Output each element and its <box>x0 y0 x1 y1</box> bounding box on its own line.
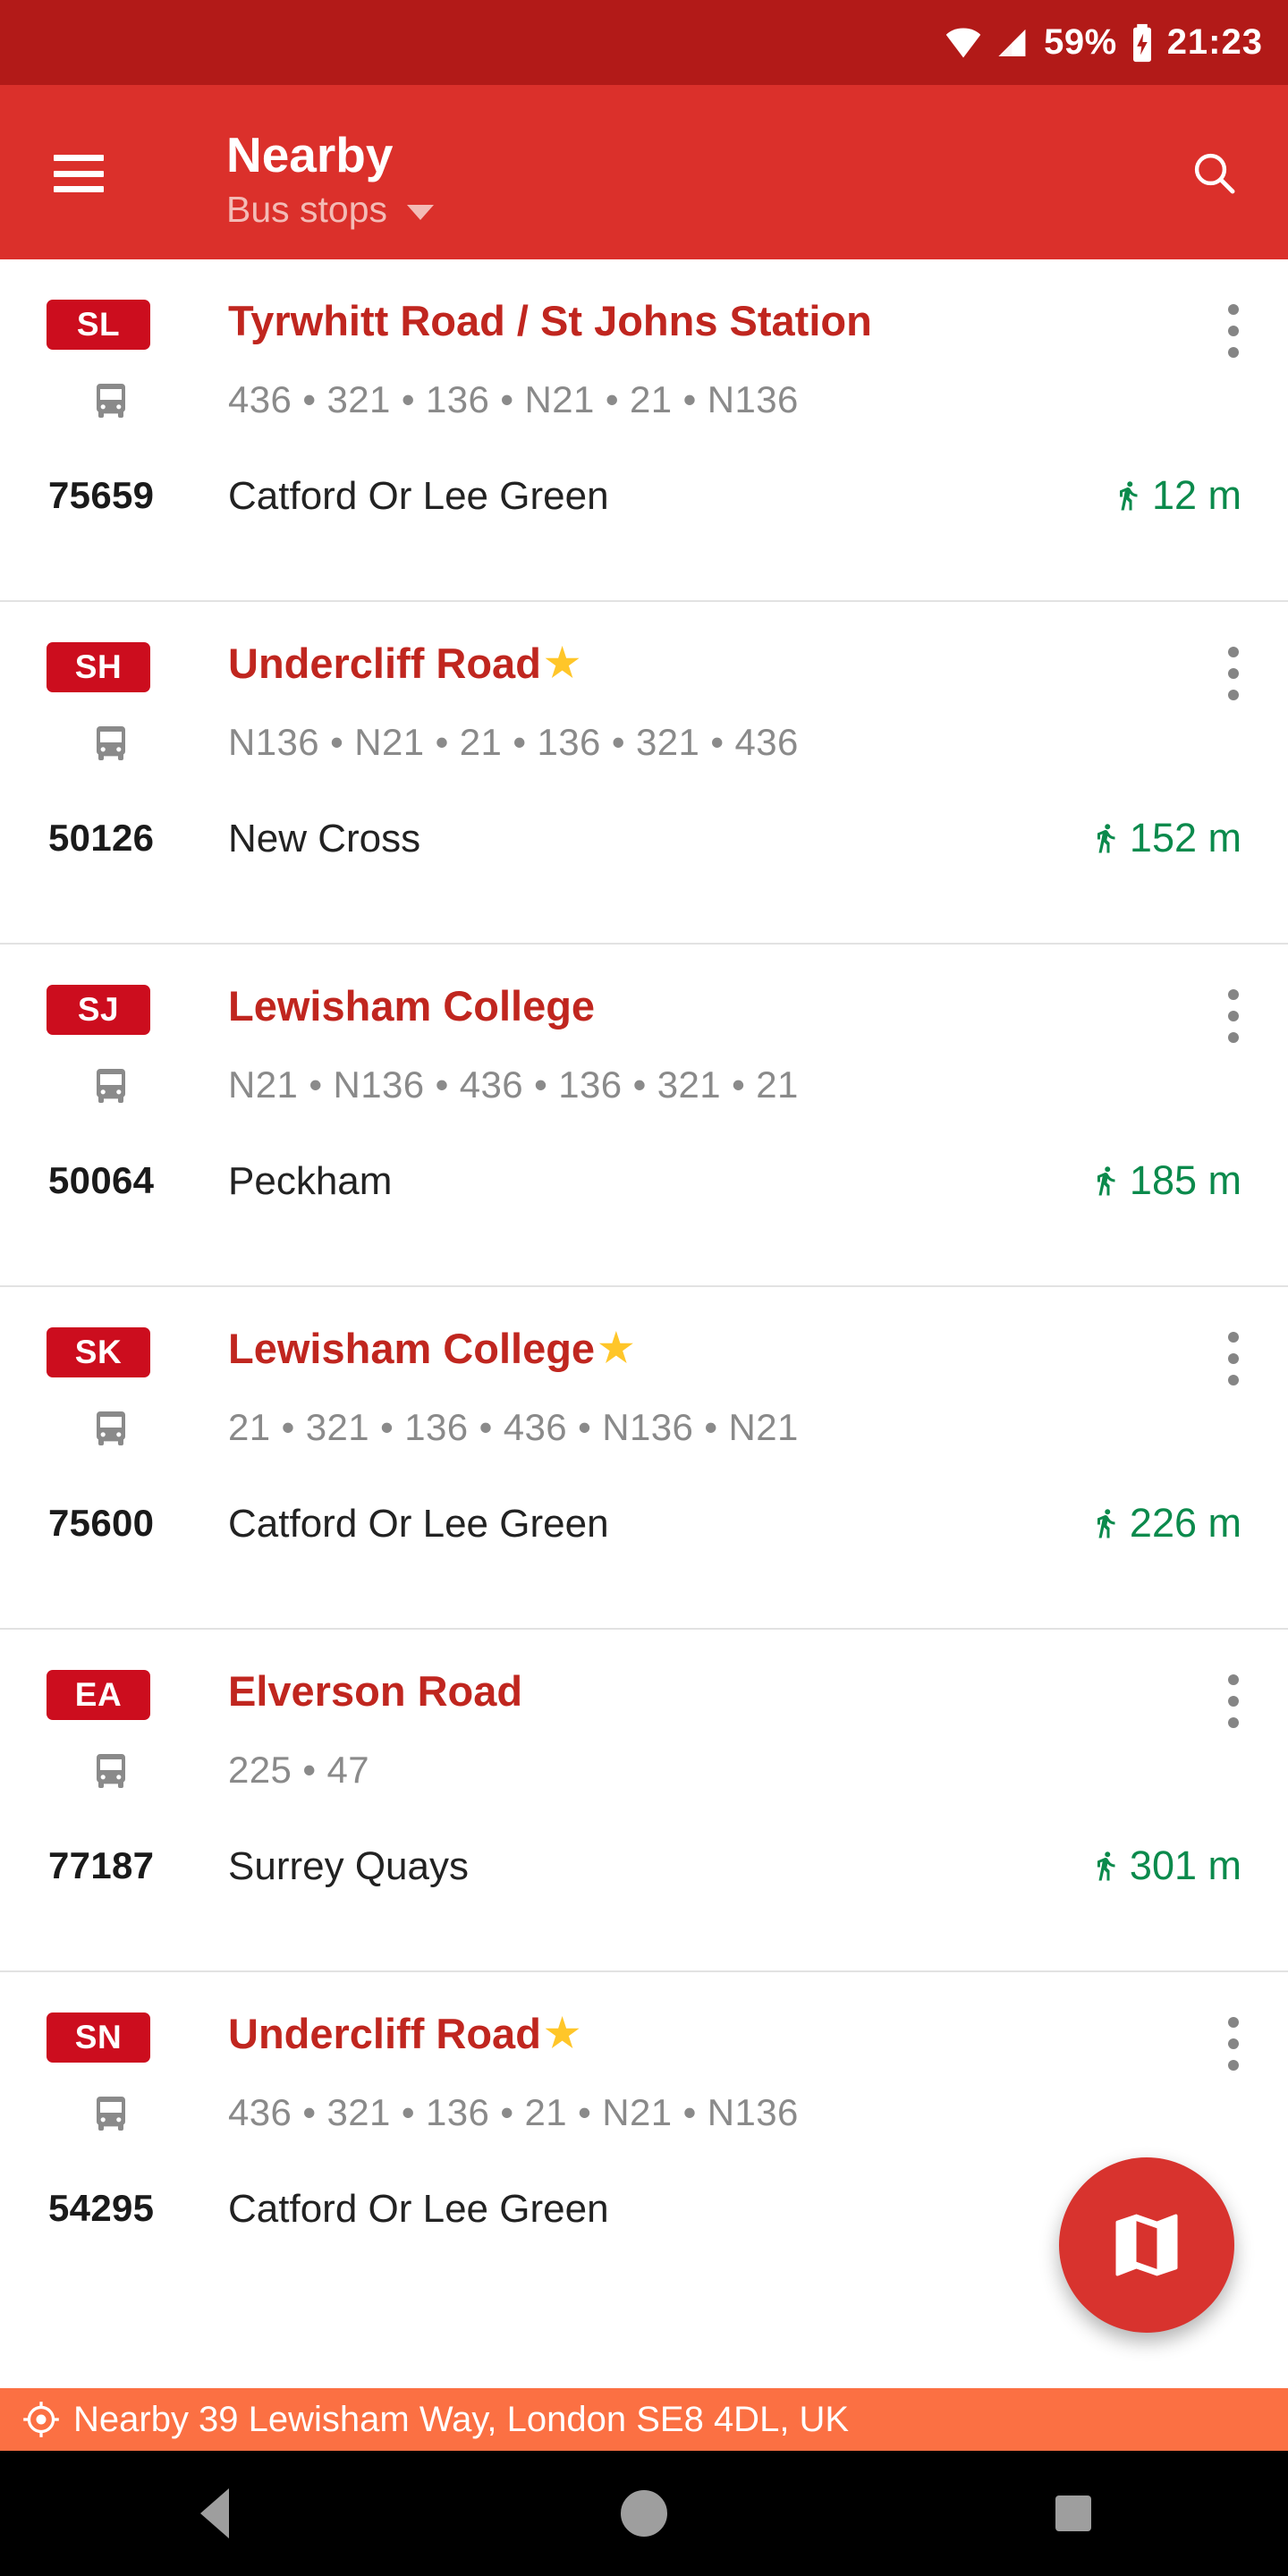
stop-name-text: Lewisham College <box>228 1325 596 1372</box>
android-navigation-bar <box>0 2451 1288 2576</box>
back-icon <box>200 2488 229 2538</box>
stop-name[interactable]: Elverson Road <box>228 1666 526 1716</box>
route-list: N21 • N136 • 436 • 136 • 321 • 21 <box>228 1063 799 1106</box>
walking-distance-text: 226 m <box>1129 1500 1241 1546</box>
page-title: Nearby <box>226 127 394 182</box>
bus-icon <box>89 2093 132 2140</box>
destination: Catford Or Lee Green <box>228 474 609 518</box>
stop-name[interactable]: Tyrwhitt Road / St Johns Station <box>228 296 876 345</box>
recents-icon <box>1055 2496 1091 2531</box>
walking-person-icon <box>1097 1509 1115 1538</box>
destination: Catford Or Lee Green <box>228 2187 609 2231</box>
list-item[interactable]: SK Lewisham College ★ 21 • 321 • 136 • 4… <box>0 1287 1288 1630</box>
gps-crosshair-icon <box>23 2402 59 2437</box>
stop-name[interactable]: Lewisham College ★ <box>228 1324 634 1373</box>
mode-selector[interactable]: Bus stops <box>226 188 435 231</box>
mode-label: Bus stops <box>226 188 388 230</box>
destination: Catford Or Lee Green <box>228 1502 609 1546</box>
stop-code: 77187 <box>48 1844 155 1886</box>
stop-name-text: Elverson Road <box>228 1667 523 1715</box>
destination: Peckham <box>228 1159 393 1203</box>
location-text: Nearby 39 Lewisham Way, London SE8 4DL, … <box>73 2399 850 2439</box>
stop-badge: SN <box>47 2012 150 2063</box>
bus-icon <box>89 1408 132 1455</box>
walking-distance-text: 185 m <box>1129 1157 1241 1203</box>
walking-distance: 12 m <box>1112 472 1241 519</box>
list-item[interactable]: EA Elverson Road 225 • 47 77187 Surrey Q… <box>0 1630 1288 1972</box>
overflow-menu-icon[interactable] <box>1228 1674 1239 1728</box>
walking-person-icon <box>1097 824 1115 853</box>
bus-icon <box>89 723 132 770</box>
chevron-down-icon <box>407 204 435 220</box>
stop-badge: SL <box>47 300 150 350</box>
stop-name-text: Lewisham College <box>228 982 596 1030</box>
map-fab-button[interactable] <box>1059 2157 1234 2333</box>
map-icon <box>1115 2214 1178 2276</box>
overflow-menu-icon[interactable] <box>1228 304 1239 358</box>
stop-code: 75659 <box>48 474 155 516</box>
bus-stop-list: SL Tyrwhitt Road / St Johns Station 436 … <box>0 259 1288 2315</box>
favourite-star-icon: ★ <box>598 1326 634 1370</box>
list-item[interactable]: SL Tyrwhitt Road / St Johns Station 436 … <box>0 259 1288 602</box>
walking-distance: 185 m <box>1089 1157 1241 1204</box>
location-status-bar: Nearby 39 Lewisham Way, London SE8 4DL, … <box>0 2388 1288 2451</box>
walking-distance-text: 301 m <box>1129 1843 1241 1888</box>
recents-button[interactable] <box>984 2496 1163 2531</box>
stop-name[interactable]: Undercliff Road ★ <box>228 639 580 688</box>
back-button[interactable] <box>125 2488 304 2538</box>
stop-badge: SJ <box>47 985 150 1035</box>
title-block: Nearby Bus stops <box>226 127 435 231</box>
favourite-star-icon: ★ <box>544 640 580 685</box>
stop-badge: SH <box>47 642 150 692</box>
stop-name-text: Undercliff Road <box>228 2010 541 2057</box>
cellular-signal-icon <box>996 23 1031 63</box>
walking-distance: 152 m <box>1089 815 1241 861</box>
overflow-menu-icon[interactable] <box>1228 647 1239 700</box>
favourite-star-icon: ★ <box>544 2011 580 2055</box>
battery-percentage: 59% <box>1044 22 1117 62</box>
route-list: 21 • 321 • 136 • 436 • N136 • N21 <box>228 1406 799 1448</box>
walking-person-icon <box>1097 1166 1115 1196</box>
walking-distance-text: 12 m <box>1151 472 1241 518</box>
phone-screen: 59% 21:23 Nearby Bus stops SL Tyrwhitt R… <box>0 0 1288 2576</box>
status-bar: 59% 21:23 <box>0 0 1288 85</box>
bus-icon <box>89 380 132 428</box>
stop-code: 50064 <box>48 1159 155 1201</box>
bus-icon <box>89 1750 132 1798</box>
stop-name[interactable]: Undercliff Road ★ <box>228 2009 580 2058</box>
stop-code: 50126 <box>48 817 155 859</box>
search-icon[interactable] <box>1189 148 1239 202</box>
stop-name[interactable]: Lewisham College <box>228 981 598 1030</box>
walking-distance-text: 152 m <box>1129 815 1241 860</box>
route-list: 436 • 321 • 136 • N21 • 21 • N136 <box>228 378 799 420</box>
stop-code: 75600 <box>48 1502 155 1544</box>
stop-code: 54295 <box>48 2187 155 2229</box>
clock: 21:23 <box>1166 22 1263 62</box>
route-list: 225 • 47 <box>228 1749 370 1791</box>
list-item[interactable]: SH Undercliff Road ★ N136 • N21 • 21 • 1… <box>0 602 1288 945</box>
bus-icon <box>89 1065 132 1113</box>
stop-badge: SK <box>47 1327 150 1377</box>
stop-badge: EA <box>47 1670 150 1720</box>
destination: New Cross <box>228 817 421 860</box>
walking-person-icon <box>1097 1852 1115 1881</box>
app-bar: Nearby Bus stops <box>0 85 1288 259</box>
overflow-menu-icon[interactable] <box>1228 989 1239 1043</box>
list-item[interactable]: SJ Lewisham College N21 • N136 • 436 • 1… <box>0 945 1288 1287</box>
route-list: N136 • N21 • 21 • 136 • 321 • 436 <box>228 721 799 763</box>
walking-distance: 301 m <box>1089 1843 1241 1889</box>
home-icon <box>621 2490 667 2537</box>
battery-charging-icon <box>1130 22 1155 64</box>
overflow-menu-icon[interactable] <box>1228 1332 1239 1385</box>
walking-person-icon <box>1119 481 1138 511</box>
walking-distance: 226 m <box>1089 1500 1241 1546</box>
route-list: 436 • 321 • 136 • 21 • N21 • N136 <box>228 2091 799 2133</box>
stop-name-text: Undercliff Road <box>228 640 541 687</box>
destination: Surrey Quays <box>228 1844 469 1888</box>
wifi-icon <box>944 23 983 63</box>
home-button[interactable] <box>555 2490 733 2537</box>
hamburger-menu-icon[interactable] <box>54 155 104 192</box>
stop-name-text: Tyrwhitt Road / St Johns Station <box>228 297 872 344</box>
overflow-menu-icon[interactable] <box>1228 2017 1239 2071</box>
